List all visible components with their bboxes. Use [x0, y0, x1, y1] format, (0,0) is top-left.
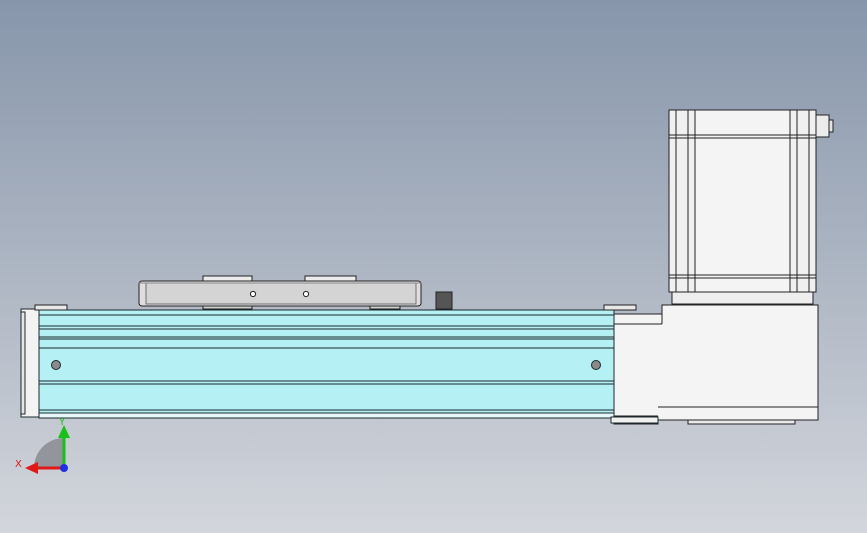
motor-left-flange: [668, 109, 696, 293]
left-top-tab: [34, 304, 68, 311]
z-axis-origin: [60, 464, 68, 472]
adapter-foot: [687, 419, 796, 425]
stepper-motor[interactable]: [668, 109, 834, 305]
carriage-slider[interactable]: [138, 275, 422, 310]
mount-hole-right: [591, 360, 601, 370]
coordinate-triad: Y X: [15, 417, 70, 474]
carriage-hole-right: [302, 290, 310, 298]
mount-hole-left: [51, 360, 61, 370]
motor-adapter-block[interactable]: [613, 304, 819, 425]
cad-viewport[interactable]: Y X: [0, 0, 867, 533]
carriage-hole-left: [249, 290, 257, 298]
x-axis-label: X: [15, 459, 22, 470]
x-axis-arrow: [25, 462, 38, 474]
limit-sensor[interactable]: [435, 291, 453, 310]
y-axis-label: Y: [58, 417, 66, 428]
linear-module-profile[interactable]: [20, 308, 659, 424]
right-top-tab: [603, 304, 637, 311]
motor-right-flange: [789, 109, 817, 293]
motor-connector: [815, 114, 830, 138]
motor-base-ring: [671, 291, 814, 305]
adapter-housing: [613, 304, 819, 425]
